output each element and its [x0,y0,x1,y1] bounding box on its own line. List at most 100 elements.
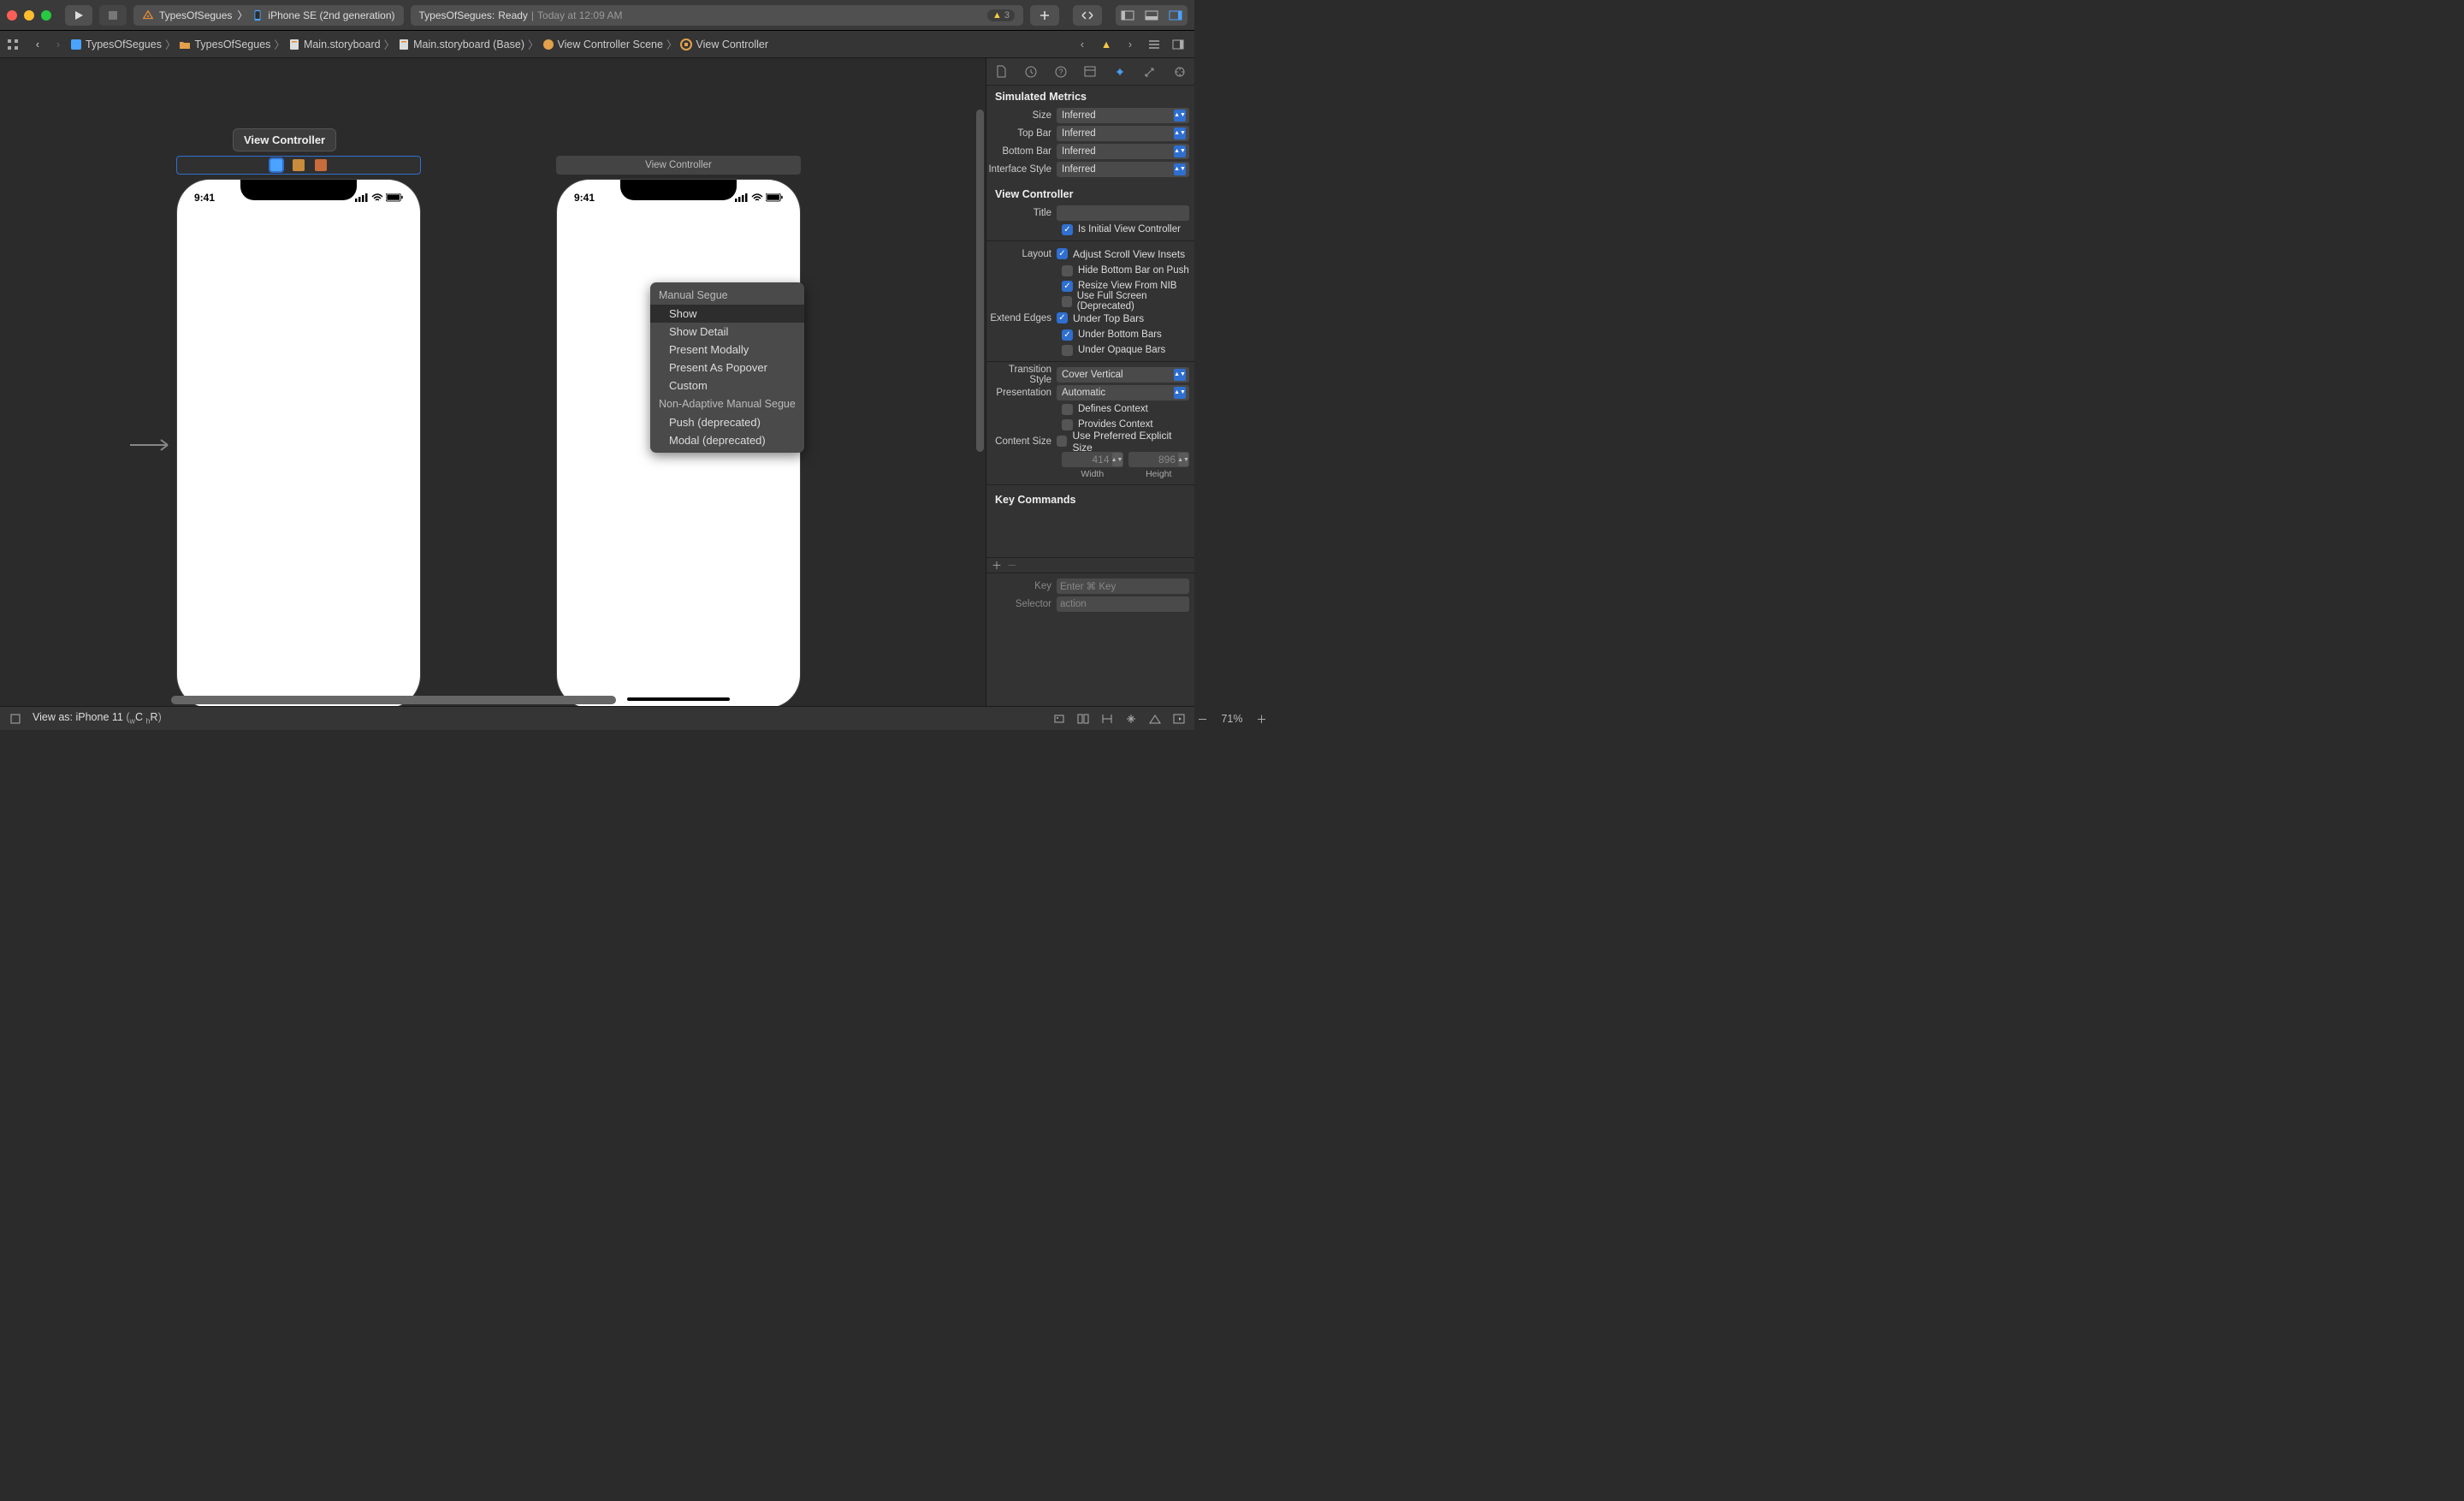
exit-icon[interactable] [315,159,327,171]
back-button[interactable]: ‹ [27,39,48,50]
size-inspector-tab[interactable] [1140,62,1160,82]
menu-item-modal-deprecated[interactable]: Modal (deprecated) [650,431,804,449]
viewcontroller-icon[interactable] [270,159,282,171]
label-defines-context: Defines Context [1078,404,1148,414]
outline-toggle-button[interactable] [1145,35,1164,54]
breadcrumb-viewcontroller[interactable]: View Controller [678,37,770,52]
history-inspector-tab[interactable] [1021,62,1041,82]
minimize-window-button[interactable] [24,10,34,21]
label-hide-bottom-push: Hide Bottom Bar on Push [1078,265,1189,276]
view-as-label[interactable]: View as: iPhone 11 (wC hR) [33,711,162,726]
checkbox-resize-nib[interactable]: ✓ [1062,281,1073,292]
code-review-button[interactable] [1073,5,1102,26]
breadcrumb-storyboard[interactable]: Main.storyboard [287,37,382,52]
resolve-issues-button[interactable] [1146,710,1164,727]
popup-interface-style[interactable]: Inferred▲▼ [1057,162,1189,177]
checkbox-preferred-size[interactable] [1057,436,1067,447]
attributes-inspector-tab[interactable] [1110,62,1130,82]
device-name: iPhone SE (2nd generation) [268,9,394,21]
initial-vc-arrow[interactable] [128,437,176,453]
file-inspector-tab[interactable] [991,62,1011,82]
toggle-navigator-button[interactable] [1116,5,1140,26]
close-window-button[interactable] [7,10,17,21]
menu-item-show[interactable]: Show [650,305,804,323]
checkbox-adjust-insets[interactable]: ✓ [1057,248,1068,259]
help-inspector-tab[interactable]: ? [1051,62,1071,82]
scheme-selector[interactable]: TypesOfSegues 〉 iPhone SE (2nd generatio… [133,5,404,26]
device-preview-1[interactable]: 9:41 [177,180,420,706]
menu-item-push-deprecated[interactable]: Push (deprecated) [650,413,804,431]
status-time: Today at 12:09 AM [537,9,622,21]
menu-item-present-modally[interactable]: Present Modally [650,341,804,359]
breadcrumb-project[interactable]: TypesOfSegues [68,37,163,52]
adjust-editor-button[interactable] [1169,35,1188,54]
breadcrumb-folder[interactable]: TypesOfSegues [177,37,272,52]
horizontal-scrollbar-thumb[interactable] [171,696,616,704]
breadcrumb-scene[interactable]: View Controller Scene [541,37,665,52]
checkbox-under-opaque[interactable] [1062,345,1073,356]
input-height[interactable]: 896▲▼ [1128,452,1190,467]
embed-in-button[interactable] [1075,710,1092,727]
menu-item-custom[interactable]: Custom [650,377,804,395]
zoom-value[interactable]: 71% [1221,713,1242,725]
update-frames-button[interactable] [1051,710,1068,727]
scene-dock-2[interactable]: View Controller [556,156,801,175]
popup-bottom-bar[interactable]: Inferred▲▼ [1057,144,1189,159]
menu-header-manual: Manual Segue [650,286,804,305]
checkbox-initial-vc[interactable]: ✓ [1062,224,1073,235]
pin-button[interactable] [1122,710,1140,727]
next-issue-button[interactable]: › [1121,35,1140,54]
label-bottom-bar: Bottom Bar [986,146,1057,157]
popup-presentation[interactable]: Automatic▲▼ [1057,385,1189,400]
first-responder-icon[interactable] [293,159,305,171]
zoom-window-button[interactable] [41,10,51,21]
jump-bar: ‹ › TypesOfSegues 〉 TypesOfSegues 〉 Main… [0,31,1194,58]
menu-item-present-popover[interactable]: Present As Popover [650,359,804,377]
warnings-indicator[interactable]: ▲ 3 [987,9,1015,21]
popup-transition-style[interactable]: Cover Vertical▲▼ [1057,367,1189,383]
input-kc-key[interactable]: Enter ⌘ Key [1057,578,1189,594]
scene-title-selected[interactable]: View Controller [233,128,336,151]
issues-button[interactable]: ▲ [1097,35,1116,54]
breadcrumb-storyboard-base[interactable]: Main.storyboard (Base) [396,37,526,52]
checkbox-hide-bottom-push[interactable] [1062,265,1073,276]
library-button[interactable] [1030,5,1059,26]
checkbox-under-bottom[interactable]: ✓ [1062,329,1073,341]
forward-button[interactable]: › [48,39,68,50]
identity-inspector-tab[interactable] [1080,62,1100,82]
storyboard-canvas[interactable]: View Controller 9:41 View C [0,58,986,706]
embed-button[interactable] [1170,710,1188,727]
checkbox-full-screen[interactable] [1062,296,1072,307]
checkbox-under-top[interactable]: ✓ [1057,312,1068,323]
activity-status[interactable]: TypesOfSegues: Ready | Today at 12:09 AM… [411,5,1023,26]
toggle-inspector-button[interactable] [1164,5,1188,26]
input-width[interactable]: 414▲▼ [1062,452,1123,467]
run-button[interactable] [65,5,92,26]
scene-dock-selected[interactable] [176,156,421,175]
chevron-right-icon: 〉 [384,36,395,52]
prev-issue-button[interactable]: ‹ [1073,35,1092,54]
scheme-name: TypesOfSegues [159,9,232,21]
menu-item-show-detail[interactable]: Show Detail [650,323,804,341]
add-key-command-button[interactable]: ＋ [992,558,1002,573]
stop-button[interactable] [99,5,127,26]
horizontal-scrollbar-track[interactable] [0,694,986,706]
input-kc-selector[interactable]: action [1057,596,1189,612]
status-bar: 9:41 [177,192,420,204]
label-size: Size [986,110,1057,121]
window-controls [7,10,51,21]
popup-size[interactable]: Inferred▲▼ [1057,108,1189,123]
related-items-button[interactable] [7,39,27,50]
connections-inspector-tab[interactable] [1170,62,1190,82]
zoom-in-button[interactable]: ＋ [1253,710,1270,727]
scene-2-title: View Controller [645,160,712,170]
input-title[interactable] [1057,205,1189,221]
align-button[interactable] [1099,710,1116,727]
vertical-scrollbar[interactable] [976,110,984,452]
zoom-out-button[interactable]: － [1194,710,1211,727]
toggle-debug-button[interactable] [1140,5,1164,26]
popup-top-bar[interactable]: Inferred▲▼ [1057,126,1189,141]
checkbox-defines-context[interactable] [1062,404,1073,415]
device-config-button[interactable] [7,710,24,727]
remove-key-command-button[interactable]: － [1007,558,1017,573]
